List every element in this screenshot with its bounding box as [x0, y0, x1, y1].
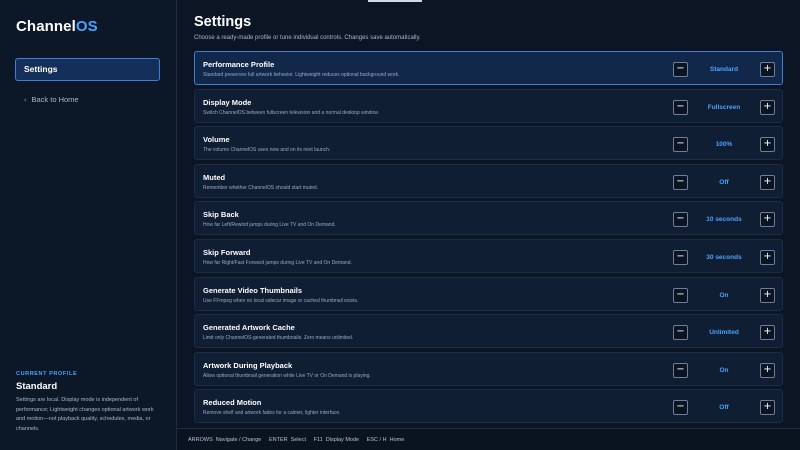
- current-profile-description: Settings are local. Display mode is inde…: [16, 397, 154, 432]
- setting-title: Muted: [203, 172, 226, 182]
- decrease-button[interactable]: −: [673, 174, 688, 190]
- setting-row-generated-artwork-cache[interactable]: Generated Artwork Cache Limit only Chann…: [194, 314, 783, 349]
- app-name-primary: Channel: [16, 18, 76, 35]
- setting-value: Standard: [709, 66, 739, 73]
- increase-button[interactable]: +: [760, 325, 775, 341]
- page-title: Settings: [194, 14, 252, 30]
- sidebar-item-back-home[interactable]: ‹ Back to Home: [24, 95, 79, 104]
- decrease-button[interactable]: −: [673, 325, 688, 341]
- setting-description: Switch ChannelOS between fullscreen tele…: [203, 109, 379, 116]
- decrease-button[interactable]: −: [673, 137, 688, 153]
- setting-title: Volume: [203, 135, 230, 145]
- increase-button[interactable]: +: [760, 362, 775, 378]
- setting-description: The volume ChannelOS uses now and on its…: [203, 147, 331, 154]
- decrease-button[interactable]: −: [673, 362, 688, 378]
- setting-description: How far Left/Rewind jumps during Live TV…: [203, 222, 336, 229]
- setting-title: Generated Artwork Cache: [203, 323, 295, 333]
- keyboard-hints: ARROWS Navigate / Change ENTER Select F1…: [188, 437, 405, 443]
- setting-description: Standard preserves full artwork behavior…: [203, 72, 400, 78]
- setting-row-artwork-during-playback[interactable]: Artwork During Playback Allow optional t…: [194, 351, 783, 386]
- increase-button[interactable]: +: [760, 249, 775, 265]
- setting-row-reduced-motion[interactable]: Reduced Motion Remove shelf and artwork …: [194, 389, 783, 424]
- setting-title: Skip Forward: [203, 247, 251, 257]
- increase-button[interactable]: +: [760, 287, 775, 303]
- setting-title: Performance Profile: [203, 60, 275, 69]
- increase-button[interactable]: +: [760, 62, 775, 77]
- increase-button[interactable]: +: [760, 212, 775, 228]
- setting-description: Allow optional thumbnail generation whil…: [203, 372, 371, 379]
- setting-description: Remove shelf and artwork fades for a cal…: [203, 410, 341, 417]
- setting-description: Limit only ChannelOS-generated thumbnail…: [203, 335, 354, 342]
- setting-value: 30 seconds: [706, 253, 742, 261]
- decrease-button[interactable]: −: [673, 400, 688, 416]
- setting-title: Display Mode: [203, 97, 252, 107]
- page-subtitle: Choose a ready-made profile or tune indi…: [194, 35, 421, 41]
- back-home-label: Back to Home: [31, 95, 79, 104]
- increase-button[interactable]: +: [760, 99, 775, 115]
- decrease-button[interactable]: −: [673, 249, 688, 265]
- current-profile-caption: CURRENT PROFILE: [16, 371, 78, 377]
- setting-description: Use FFmpeg when no local sidecar image o…: [203, 297, 359, 304]
- setting-row-generate-video-thumbnails[interactable]: Generate Video Thumbnails Use FFmpeg whe…: [194, 276, 783, 311]
- decrease-button[interactable]: −: [673, 99, 688, 115]
- sidebar: ChannelOS Settings ‹ Back to Home CURRENT…: [0, 0, 177, 450]
- setting-value: Off: [719, 404, 729, 412]
- setting-description: How far Right/Fast Forward jumps during …: [203, 259, 352, 266]
- setting-row-performance-profile[interactable]: Performance Profile Standard preserves f…: [194, 51, 783, 85]
- decrease-button[interactable]: −: [673, 287, 688, 303]
- app-logo: ChannelOS: [16, 18, 98, 35]
- setting-value: On: [719, 366, 729, 374]
- setting-value: Off: [719, 178, 729, 186]
- current-profile-name: Standard: [16, 381, 58, 392]
- setting-value: Unlimited: [709, 329, 739, 337]
- setting-title: Generate Video Thumbnails: [203, 285, 303, 295]
- decrease-button[interactable]: −: [673, 62, 688, 77]
- setting-row-muted[interactable]: Muted Remember whether ChannelOS should …: [194, 163, 783, 198]
- setting-title: Skip Back: [203, 210, 239, 220]
- setting-row-skip-forward[interactable]: Skip Forward How far Right/Fast Forward …: [194, 238, 783, 273]
- setting-value: 100%: [715, 141, 733, 149]
- setting-description: Remember whether ChannelOS should start …: [203, 184, 319, 191]
- setting-title: Artwork During Playback: [203, 360, 293, 370]
- setting-row-skip-back[interactable]: Skip Back How far Left/Rewind jumps duri…: [194, 201, 783, 236]
- sidebar-item-settings[interactable]: Settings: [15, 58, 160, 81]
- setting-value: 10 seconds: [706, 216, 742, 224]
- setting-value: Fullscreen: [707, 103, 741, 111]
- decrease-button[interactable]: −: [673, 212, 688, 228]
- setting-title: Reduced Motion: [203, 398, 262, 408]
- increase-button[interactable]: +: [760, 137, 775, 153]
- increase-button[interactable]: +: [760, 400, 775, 416]
- setting-row-display-mode[interactable]: Display Mode Switch ChannelOS between fu…: [194, 88, 783, 123]
- setting-value: On: [719, 291, 729, 299]
- settings-list: Performance Profile Standard preserves f…: [194, 51, 783, 427]
- footer-bar: ARROWS Navigate / Change ENTER Select F1…: [177, 428, 800, 450]
- app-name-accent: OS: [75, 18, 98, 35]
- increase-button[interactable]: +: [760, 174, 775, 190]
- chevron-left-icon: ‹: [24, 95, 27, 104]
- setting-row-volume[interactable]: Volume The volume ChannelOS uses now and…: [194, 126, 783, 161]
- top-accent-bar: [368, 0, 422, 2]
